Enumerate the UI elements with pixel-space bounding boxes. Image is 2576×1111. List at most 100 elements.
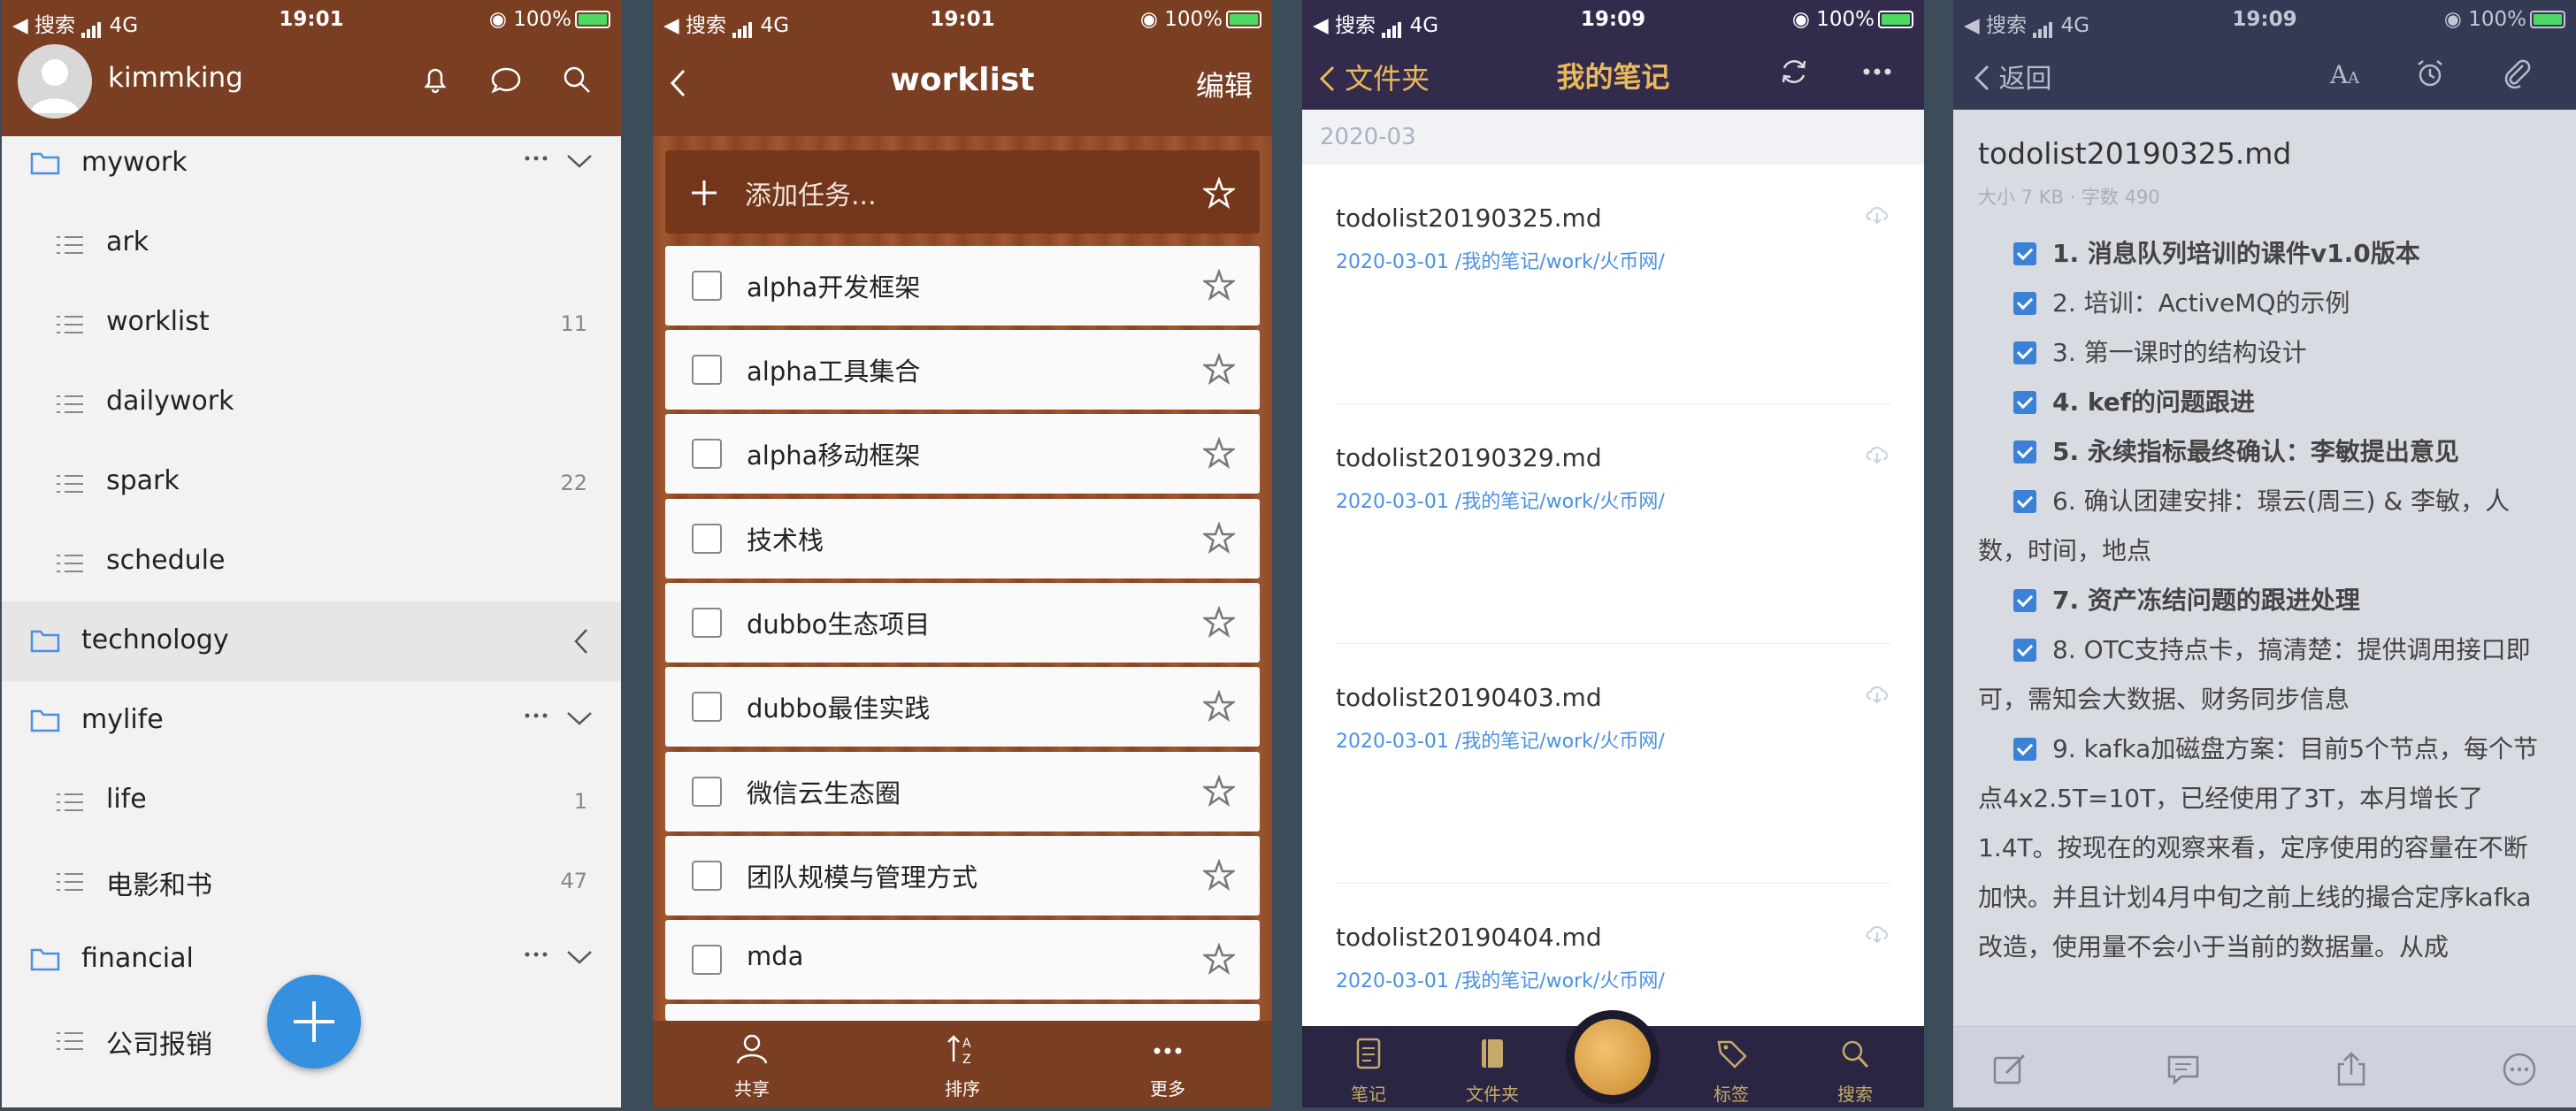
list-name: life [106,784,147,815]
font-size-icon[interactable]: AA [2328,58,2364,87]
edit-note-button[interactable] [1992,1052,2028,1091]
star-icon[interactable] [1203,775,1235,807]
edit-button[interactable]: 编辑 [1196,64,1253,104]
task-checkbox[interactable] [692,692,722,722]
more-dots-icon[interactable] [524,711,548,720]
search-icon[interactable] [559,62,594,97]
task-checkbox[interactable] [692,945,722,975]
checkbox-checked-icon[interactable] [2013,441,2036,464]
comment-button[interactable] [2166,1052,2201,1091]
app-header: ◀ 搜索 4G 19:09 ◉ 100% 返回 AA [1953,0,2576,110]
folder-icon [30,948,60,971]
star-icon[interactable] [1203,943,1235,975]
note-meta: 2020-03-01 /我的笔记/work/火币网/ [1336,251,1665,273]
list-item-spark[interactable]: spark 22 [2,442,621,522]
new-note-button[interactable] [1566,1010,1660,1104]
sync-icon[interactable] [1779,57,1809,87]
checkbox-checked-icon[interactable] [2013,738,2036,761]
folder-technology[interactable]: technology [2,601,621,681]
folder-mylife[interactable]: mylife [2,681,621,761]
cloud-download-icon[interactable] [1864,203,1890,225]
task-checkbox[interactable] [692,439,722,469]
checkbox-checked-icon[interactable] [2013,391,2036,414]
task-row[interactable] [665,1004,1260,1021]
list-item-dailywork[interactable]: dailywork [2,363,621,442]
task-row[interactable]: 团队规模与管理方式 [665,836,1260,916]
task-row[interactable]: dubbo最佳实践 [665,667,1260,747]
folder-mywork[interactable]: mywork [2,124,621,203]
add-task-placeholder: 添加任务... [745,180,877,211]
more-dots-icon[interactable] [524,154,548,163]
task-checkbox[interactable] [692,524,722,554]
task-row[interactable]: 技术栈 [665,499,1260,578]
alarm-clock-icon[interactable] [2415,58,2445,88]
task-row[interactable]: alpha开发框架 [665,246,1260,326]
note-title: todolist20190325.md [1978,136,2292,171]
note-item[interactable]: todolist20190325.md 2020-03-01 /我的笔记/wor… [1336,165,1890,404]
star-icon[interactable] [1203,437,1235,469]
list-item-ark[interactable]: ark [2,203,621,283]
add-button[interactable] [267,975,361,1069]
cloud-download-icon[interactable] [1864,683,1890,704]
star-icon[interactable] [1203,269,1235,301]
task-checkbox[interactable] [692,355,722,385]
star-icon[interactable] [1203,859,1235,891]
checkbox-checked-icon[interactable] [2013,490,2036,513]
list-item-movies-books[interactable]: 电影和书 47 [2,840,621,920]
checkbox-checked-icon[interactable] [2013,292,2036,315]
tab-folders[interactable]: 文件夹 [1453,1037,1532,1106]
list-item-life[interactable]: life 1 [2,761,621,840]
chat-icon[interactable] [488,62,524,97]
star-icon[interactable] [1203,690,1235,722]
task-checkbox[interactable] [692,271,722,301]
task-row[interactable]: alpha移动框架 [665,414,1260,494]
more-dots-icon[interactable] [524,950,548,959]
bell-icon[interactable] [418,62,453,97]
tab-search[interactable]: 搜索 [1815,1037,1895,1106]
task-checkbox[interactable] [692,777,722,807]
checkbox-checked-icon[interactable] [2013,639,2036,662]
tab-label: 标签 [1714,1084,1749,1105]
cloud-download-icon[interactable] [1864,443,1890,464]
battery-percent: 100% [1816,8,1874,31]
star-icon[interactable] [1203,606,1235,638]
cloud-download-icon[interactable] [1864,923,1890,944]
list-name: dailywork [106,386,234,417]
more-dots-icon[interactable] [1862,67,1892,76]
note-item[interactable]: todolist20190329.md 2020-03-01 /我的笔记/wor… [1336,404,1890,644]
task-row[interactable]: dubbo生态项目 [665,583,1260,663]
star-icon[interactable] [1203,177,1235,209]
checkbox-checked-icon[interactable] [2013,341,2036,364]
star-icon[interactable] [1203,353,1235,385]
note-item[interactable]: todolist20190403.md 2020-03-01 /我的笔记/wor… [1336,644,1890,884]
task-row[interactable]: 微信云生态圈 [665,752,1260,831]
list-icon [57,555,83,572]
avatar[interactable] [18,44,92,119]
chevron-down-icon[interactable] [566,949,593,965]
task-checkbox[interactable] [692,861,722,891]
checkbox-checked-icon[interactable] [2013,242,2036,265]
todo-list: 1. 消息队列培训的课件v1.0版本 2. 培训：ActiveMQ的示例 3. … [1978,229,2551,972]
checkbox-checked-icon[interactable] [2013,589,2036,612]
share-button[interactable]: 共享 [699,1033,805,1100]
list-item-worklist[interactable]: worklist 11 [2,283,621,363]
tab-tags[interactable]: 标签 [1691,1037,1771,1106]
task-checkbox[interactable] [692,608,722,638]
chevron-down-icon[interactable] [566,710,593,726]
share-button[interactable] [2334,1052,2369,1091]
task-title: dubbo最佳实践 [747,693,931,724]
task-row[interactable]: mda [665,920,1260,1000]
star-icon[interactable] [1203,522,1235,554]
sort-button[interactable]: AZ 排序 [909,1033,1016,1100]
back-button[interactable]: 返回 [1973,57,2052,96]
tab-notes[interactable]: 笔记 [1329,1037,1408,1106]
paperclip-icon[interactable] [2502,58,2532,88]
username[interactable]: kimmking [108,62,243,94]
more-button[interactable] [2502,1052,2537,1091]
more-button[interactable]: 更多 [1115,1033,1221,1100]
list-item-schedule[interactable]: schedule [2,522,621,601]
chevron-left-icon[interactable] [573,628,589,655]
add-task-input[interactable]: 添加任务... [665,150,1260,234]
chevron-down-icon[interactable] [566,153,593,169]
task-row[interactable]: alpha工具集合 [665,330,1260,410]
